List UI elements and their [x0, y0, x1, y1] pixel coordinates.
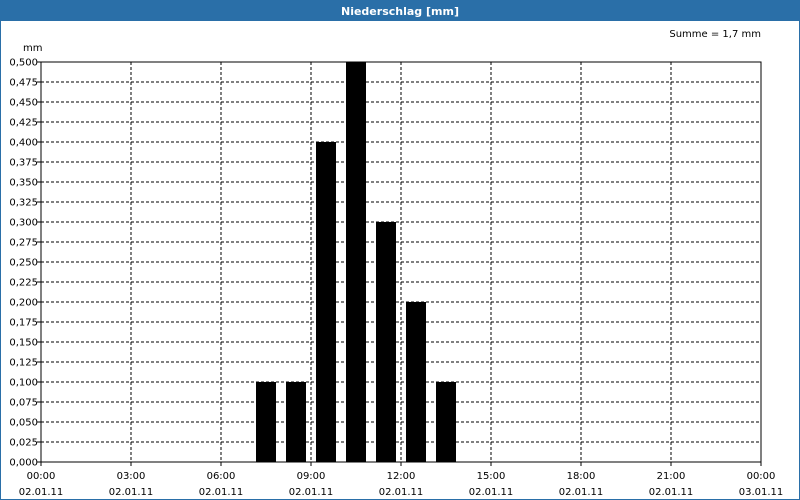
y-tick-label: 0,200 [9, 298, 38, 309]
x-tick-time: 12:00 [387, 471, 416, 482]
bar [376, 222, 396, 462]
x-tick-time: 09:00 [297, 471, 326, 482]
x-tick-time: 03:00 [117, 471, 146, 482]
y-tick-label: 0,325 [9, 198, 38, 209]
y-axis-unit: mm [23, 43, 42, 54]
x-tick-date: 02.01.11 [379, 487, 424, 498]
x-tick-date: 02.01.11 [199, 487, 244, 498]
y-tick-label: 0,000 [9, 458, 38, 469]
y-tick-label: 0,500 [9, 58, 38, 69]
y-tick-label: 0,075 [9, 398, 38, 409]
x-tick-time: 15:00 [477, 471, 506, 482]
bar [256, 382, 276, 462]
x-tick-time: 18:00 [567, 471, 596, 482]
x-tick-date: 02.01.11 [109, 487, 154, 498]
axes [37, 61, 762, 466]
y-tick-label: 0,175 [9, 318, 38, 329]
y-tick-label: 0,025 [9, 438, 38, 449]
y-tick-label: 0,250 [9, 258, 38, 269]
y-tick-label: 0,375 [9, 158, 38, 169]
x-tick-date: 02.01.11 [289, 487, 334, 498]
y-tick-label: 0,300 [9, 218, 38, 229]
bar [286, 382, 306, 462]
y-tick-label: 0,050 [9, 418, 38, 429]
y-tick-label: 0,125 [9, 358, 38, 369]
y-tick-label: 0,150 [9, 338, 38, 349]
x-tick-date: 02.01.11 [469, 487, 514, 498]
y-tick-label: 0,100 [9, 378, 38, 389]
y-tick-label: 0,400 [9, 138, 38, 149]
y-tick-label: 0,425 [9, 118, 38, 129]
y-tick-label: 0,450 [9, 98, 38, 109]
bar [346, 62, 366, 462]
x-tick-labels: 00:00 02.01.11 03:00 02.01.11 06:00 02.01.11 0… [19, 471, 784, 498]
x-tick-time: 06:00 [207, 471, 236, 482]
y-tick-label: 0,350 [9, 178, 38, 189]
grid-lines [41, 61, 761, 462]
x-tick-date: 02.01.11 [649, 487, 694, 498]
chart-window: Niederschlag [mm] 0,000 0,025 0,050 0,075 0,… [0, 0, 800, 500]
x-tick-time: 00:00 [747, 471, 776, 482]
x-tick-time: 00:00 [27, 471, 56, 482]
x-tick-date: 03.01.11 [739, 487, 784, 498]
x-tick-time: 21:00 [657, 471, 686, 482]
bar [316, 142, 336, 462]
bar [406, 302, 426, 462]
x-tick-date: 02.01.11 [559, 487, 604, 498]
chart-title: Niederschlag [mm] [1, 1, 799, 21]
y-tick-label: 0,275 [9, 238, 38, 249]
x-tick-date: 02.01.11 [19, 487, 64, 498]
precipitation-chart: 0,000 0,025 0,050 0,075 0,100 0,125 0,150 0,175… [9, 29, 784, 498]
sum-annotation: Summe = 1,7 mm [669, 29, 761, 40]
y-tick-labels: 0,000 0,025 0,050 0,075 0,100 0,125 0,150 0,175… [9, 58, 38, 469]
y-tick-label: 0,475 [9, 78, 38, 89]
y-tick-label: 0,225 [9, 278, 38, 289]
bar [436, 382, 456, 462]
